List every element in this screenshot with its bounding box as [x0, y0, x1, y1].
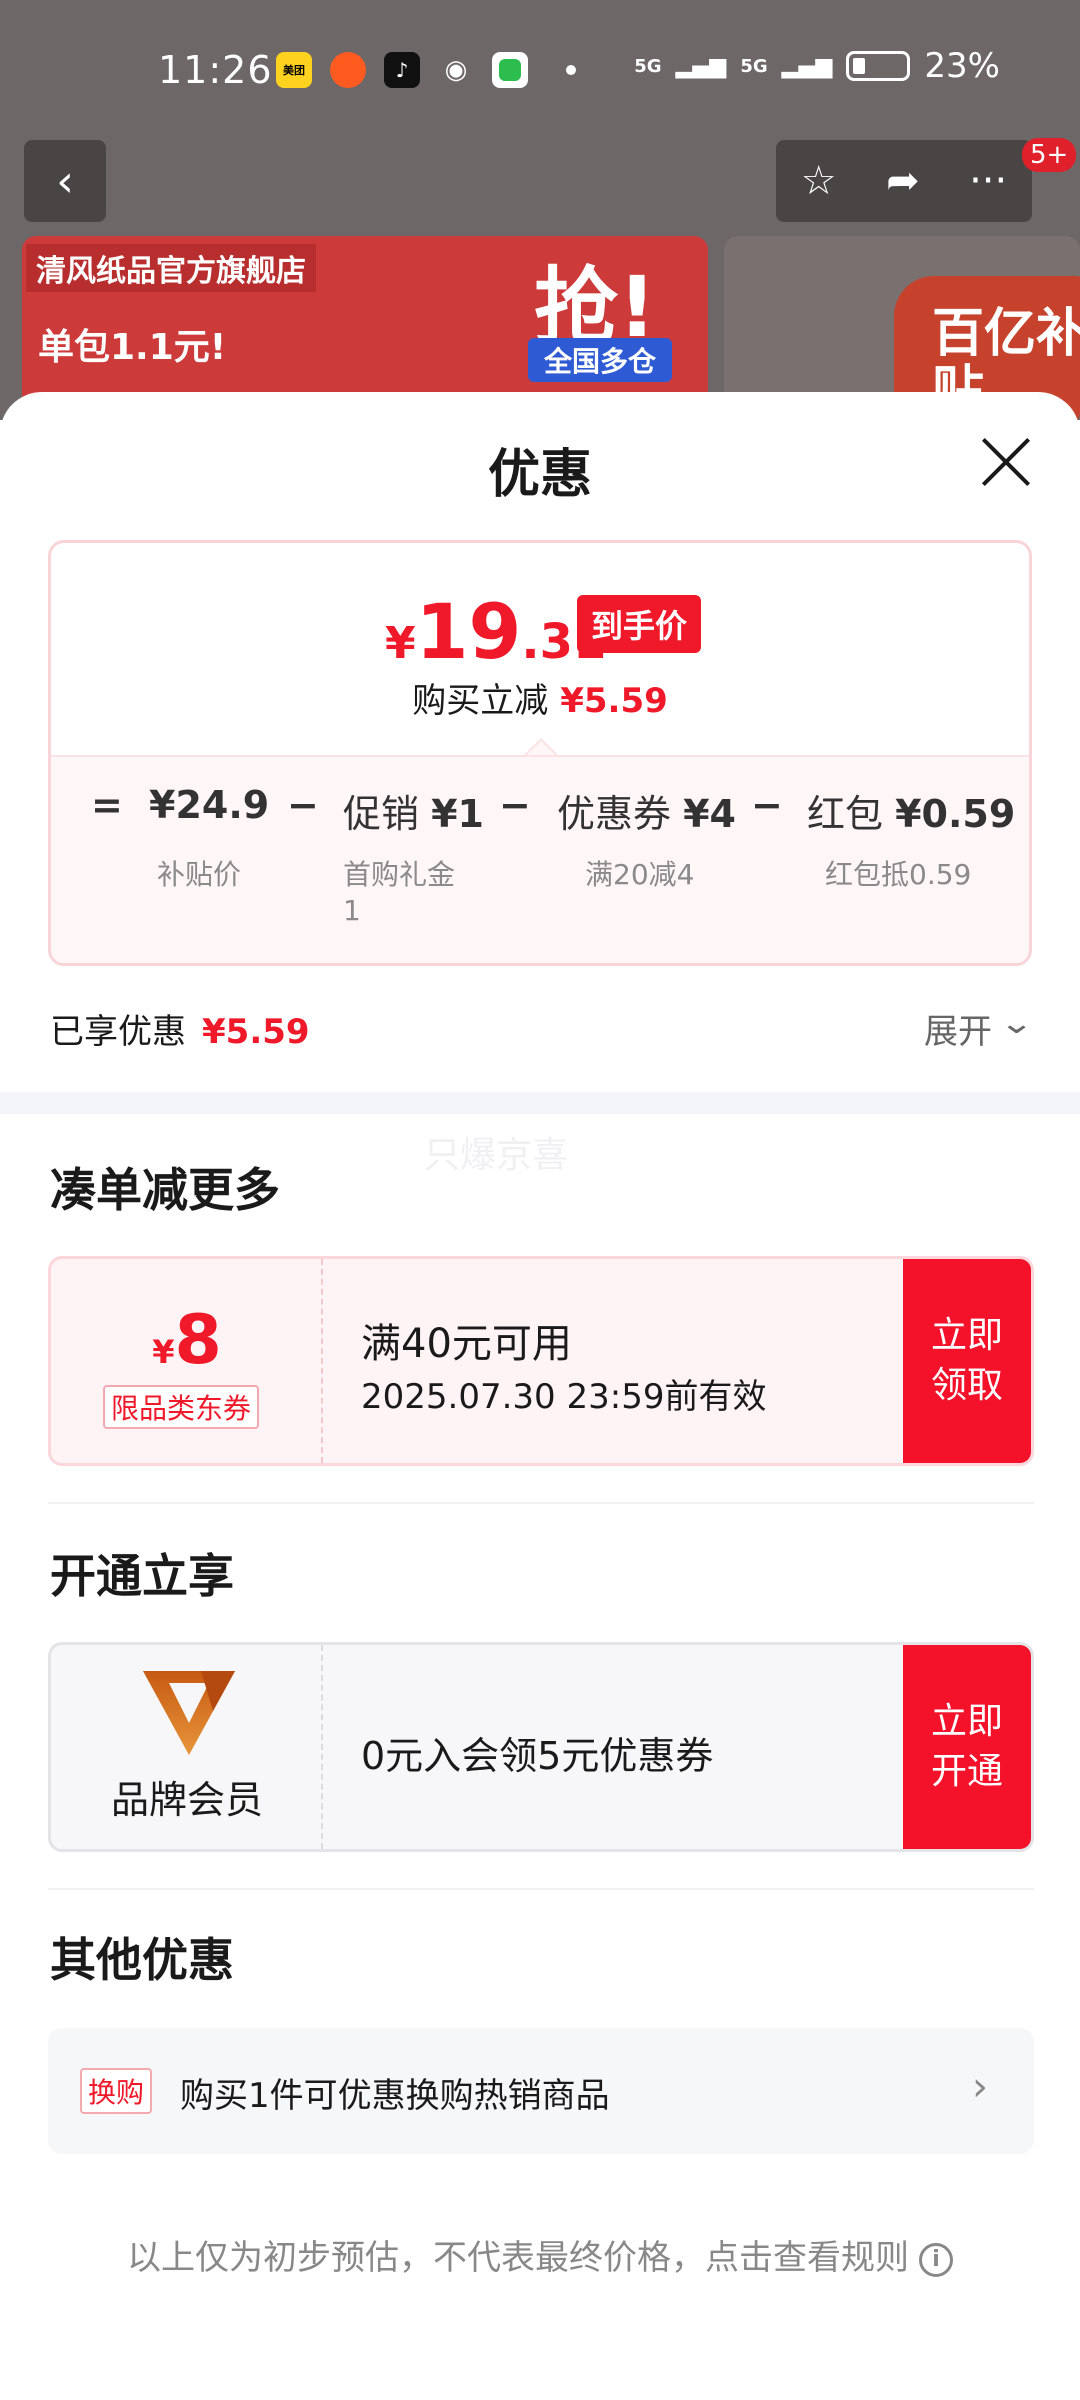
enjoyed-label: 已享优惠	[50, 1012, 186, 1052]
promo-value: ¥1	[431, 792, 484, 836]
final-price-tag: 到手价	[577, 595, 702, 653]
promo-label-2: 1	[343, 894, 361, 928]
shop-name: 清风纸品官方旗舰店	[26, 244, 316, 292]
price-currency: ¥	[385, 618, 416, 669]
info-icon[interactable]: i	[919, 2242, 953, 2277]
taobao-icon	[330, 52, 366, 88]
signal-5g-icon: 5G	[634, 55, 662, 77]
message-badge: 5+	[1022, 138, 1077, 172]
calc-promo-label: 首购礼金 1	[343, 857, 455, 930]
minus-sign: −	[751, 783, 783, 827]
calc-coupon-label: 满20减4	[585, 858, 695, 891]
open-button-line2: 开通	[930, 1751, 1003, 1792]
disclaimer-text: 以上仅为初步预估，不代表最终价格，点击查看规则	[127, 2238, 909, 2278]
top-action-group: ☆ ➦ ···	[776, 140, 1032, 222]
coupon-expiry: 2025.07.30 23:59前有效	[361, 1377, 767, 1417]
membership-left: 品牌会员	[51, 1645, 323, 1849]
wechat-icon: ◉	[444, 55, 468, 85]
brand-v-logo-icon	[143, 1671, 235, 1755]
redpacket-name: 红包	[807, 792, 884, 836]
calc-base-label: 补贴价	[157, 858, 242, 891]
section-title-more: 凑单减更多	[50, 1163, 280, 1217]
chevron-left-icon: ‹	[56, 155, 74, 207]
calc-promo: 促销 ¥1	[343, 783, 484, 838]
section-title-member: 开通立享	[50, 1549, 234, 1603]
claim-button-line1: 立即	[930, 1314, 1003, 1356]
section-divider	[0, 1092, 1080, 1114]
status-right: 5G ▂▄▆ 5G ▂▄▆ 23%	[634, 46, 1000, 86]
final-price: ¥ 19 .31	[385, 587, 606, 676]
close-icon[interactable]	[978, 434, 1034, 490]
minus-sign: −	[499, 783, 531, 827]
open-membership-button[interactable]: 立即 开通	[903, 1645, 1031, 1849]
enjoyed-value: ¥5.59	[202, 1012, 310, 1052]
price-breakdown-card: ¥ 19 .31 到手价 购买立减 ¥5.59 = ¥24.9 补贴价 − 促销 …	[48, 540, 1032, 966]
douyin-icon: ♪	[384, 52, 420, 88]
signal-bars-icon: ▂▄▆	[675, 53, 727, 79]
equals-sign: =	[91, 783, 123, 827]
calc-redpacket-label: 红包抵0.59	[825, 858, 972, 891]
section-title-other: 其他优惠	[50, 1933, 234, 1987]
calc-base-price: ¥24.9	[149, 783, 269, 827]
price-disclaimer[interactable]: 以上仅为初步预估，不代表最终价格，点击查看规则 i	[0, 2230, 1080, 2279]
coupon-type-tag: 限品类东券	[103, 1385, 260, 1429]
price-integer: 19	[415, 587, 522, 676]
enjoyed-discount: 已享优惠 ¥5.59	[50, 1004, 310, 1053]
banner-promo: 单包1.1元!	[38, 327, 227, 368]
instant-discount-label: 购买立减	[412, 681, 549, 721]
status-bar: 11:26 美团 ♪ ◉ 5G ▂▄▆ 5G ▂▄▆ 23%	[0, 0, 1080, 140]
coupon-value: 8	[174, 1301, 222, 1380]
coupon-card: ¥8 限品类东券 满40元可用 2025.07.30 23:59前有效 立即领取	[48, 1256, 1034, 1466]
base-price-value: ¥24.9	[149, 783, 270, 827]
notification-icons: 美团 ♪ ◉	[276, 52, 576, 88]
instant-discount: 购买立减 ¥5.59	[51, 673, 1029, 722]
promo-label: 首购礼金	[343, 858, 456, 891]
discount-sheet: 优惠 ¥ 19 .31 到手价 购买立减 ¥5.59 = ¥24.9 补贴价 − …	[0, 392, 1080, 2400]
coupon-value: ¥4	[683, 792, 736, 836]
membership-offer-text: 0元入会领5元优惠券	[361, 1734, 714, 1778]
banner-promo-2: 全国多仓	[528, 338, 673, 382]
trade-in-offer-row[interactable]: 换购 购买1件可优惠换购热销商品 ›	[48, 2028, 1034, 2154]
battery-percent: 23%	[924, 46, 1000, 86]
chevron-right-icon: ›	[972, 2064, 988, 2110]
price-calculation: = ¥24.9 补贴价 − 促销 ¥1 首购礼金 1 − 优惠券 ¥4 满20减4…	[51, 755, 1029, 963]
signal-bars-icon-2: ▂▄▆	[781, 53, 833, 79]
chevron-down-icon[interactable]: ⌄	[999, 1006, 1034, 1041]
favorite-star-icon[interactable]: ☆	[801, 158, 837, 204]
promo-name: 促销	[343, 792, 420, 836]
final-price-area: ¥ 19 .31 到手价 购买立减 ¥5.59	[51, 543, 1029, 755]
minus-sign: −	[287, 783, 319, 827]
battery-icon	[846, 51, 911, 81]
trade-in-text: 购买1件可优惠换购热销商品	[180, 2076, 610, 2116]
more-options-icon[interactable]: ···	[969, 158, 1007, 204]
sheet-title: 优惠	[487, 445, 592, 505]
coupon-amount: ¥8	[51, 1301, 323, 1380]
coupon-left: ¥8 限品类东券	[51, 1259, 323, 1463]
green-app-icon	[492, 52, 528, 88]
share-icon[interactable]: ➦	[886, 158, 920, 204]
more-notifications-dot	[566, 65, 576, 75]
membership-card: 品牌会员 0元入会领5元优惠券 立即开通	[48, 1642, 1034, 1852]
calc-coupon: 优惠券 ¥4	[557, 783, 736, 838]
meituan-icon: 美团	[276, 52, 312, 88]
open-button-line1: 立即	[930, 1700, 1003, 1742]
claim-coupon-button[interactable]: 立即 领取	[903, 1259, 1031, 1463]
calc-redpacket: 红包 ¥0.59	[807, 783, 1015, 838]
trade-in-tag: 换购	[80, 2068, 153, 2114]
instant-discount-value: ¥5.59	[560, 681, 668, 721]
divider-line	[48, 1888, 1034, 1890]
claim-button-line2: 领取	[930, 1365, 1003, 1406]
coupon-condition: 满40元可用	[361, 1321, 572, 1367]
redpacket-value: ¥0.59	[895, 792, 1016, 836]
divider-line	[48, 1502, 1034, 1504]
coupon-name: 优惠券	[557, 792, 672, 836]
signal-5g-icon-2: 5G	[740, 55, 768, 77]
watermark-text: 只爆京喜	[424, 1135, 569, 1176]
expand-button[interactable]: 展开	[924, 1004, 992, 1053]
coupon-currency: ¥	[152, 1333, 175, 1371]
brand-member-label: 品牌会员	[110, 1778, 263, 1822]
back-button[interactable]: ‹	[24, 140, 106, 222]
status-time: 11:26	[158, 48, 273, 92]
